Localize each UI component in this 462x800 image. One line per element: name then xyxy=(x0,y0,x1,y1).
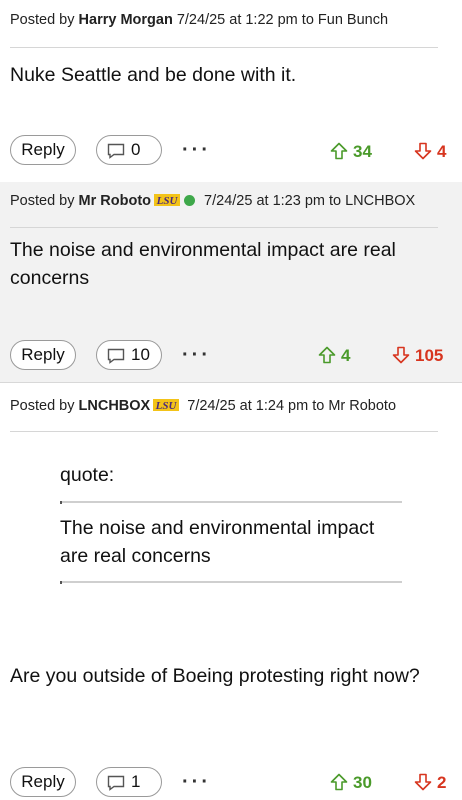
author-link[interactable]: Mr Roboto xyxy=(79,193,151,209)
posted-by-label: Posted by xyxy=(10,12,75,28)
speech-bubble-icon xyxy=(107,775,125,791)
speech-bubble-icon xyxy=(107,143,125,159)
post-meta[interactable]: 7/24/25 at 1:23 pm to LNCHBOX xyxy=(204,193,415,209)
post-header: Posted by Harry Morgan 7/24/25 at 1:22 p… xyxy=(10,12,438,48)
downvote-button[interactable]: 2 xyxy=(414,773,446,793)
posted-by-label: Posted by xyxy=(10,398,75,414)
quote-block: quote: The noise and environmental impac… xyxy=(60,464,402,584)
quote-label: quote: xyxy=(60,464,115,486)
upvote-button[interactable]: 34 xyxy=(330,142,372,162)
quote-text: The noise and environmental impact are r… xyxy=(60,517,375,567)
downvote-button[interactable]: 105 xyxy=(392,346,443,366)
arrow-down-icon xyxy=(414,773,432,791)
quote-divider-top xyxy=(60,501,402,504)
downvote-count: 2 xyxy=(437,773,447,792)
comment-count: 10 xyxy=(131,345,150,364)
post-meta[interactable]: 7/24/25 at 1:24 pm to Mr Roboto xyxy=(187,398,396,414)
post-body: The noise and environmental impact are r… xyxy=(10,239,396,289)
posted-by-label: Posted by xyxy=(10,193,75,209)
post-body: Are you outside of Boeing protesting rig… xyxy=(10,665,420,687)
upvote-count: 34 xyxy=(353,142,372,161)
comment-count: 0 xyxy=(131,140,141,159)
quote-divider-bottom xyxy=(60,581,402,584)
reply-button[interactable]: Reply xyxy=(10,767,76,797)
reply-button[interactable]: Reply xyxy=(10,135,76,165)
reply-button[interactable]: Reply xyxy=(10,340,76,370)
online-status-dot xyxy=(184,195,196,206)
lsu-team-badge-icon: LSU xyxy=(153,399,180,411)
post-1: Posted by Harry Morgan 7/24/25 at 1:22 p… xyxy=(0,0,462,183)
speech-bubble-icon xyxy=(107,348,125,364)
arrow-down-icon xyxy=(392,346,410,364)
upvote-count: 4 xyxy=(341,346,351,365)
comment-count-button[interactable]: 10 xyxy=(96,340,162,370)
lsu-badge-text: LSU xyxy=(156,195,179,206)
post-body: Nuke Seattle and be done with it. xyxy=(10,64,297,86)
arrow-down-icon xyxy=(414,142,432,160)
arrow-up-icon xyxy=(318,346,336,364)
downvote-count: 105 xyxy=(415,346,444,365)
upvote-count: 30 xyxy=(353,773,372,792)
lsu-badge-text: LSU xyxy=(155,400,178,411)
post-header: Posted by Mr Roboto LSU 7/24/25 at 1:23 p… xyxy=(10,193,438,228)
downvote-button[interactable]: 4 xyxy=(414,142,446,162)
more-options-button[interactable]: ··· xyxy=(182,344,211,367)
arrow-up-icon xyxy=(330,142,348,160)
arrow-up-icon xyxy=(330,773,348,791)
post-header: Posted by LNCHBOX LSU 7/24/25 at 1:24 pm … xyxy=(10,398,438,432)
upvote-button[interactable]: 4 xyxy=(318,346,350,366)
author-link[interactable]: Harry Morgan xyxy=(79,12,173,28)
lsu-team-badge-icon: LSU xyxy=(154,194,181,206)
post-3: Posted by LNCHBOX LSU 7/24/25 at 1:24 pm … xyxy=(0,382,462,800)
upvote-button[interactable]: 30 xyxy=(330,773,372,793)
post-2: Posted by Mr Roboto LSU 7/24/25 at 1:23 p… xyxy=(0,182,462,383)
more-options-button[interactable]: ··· xyxy=(182,139,211,162)
comment-count: 1 xyxy=(131,772,141,791)
author-link[interactable]: LNCHBOX xyxy=(79,398,151,414)
comment-count-button[interactable]: 0 xyxy=(96,135,162,165)
comment-count-button[interactable]: 1 xyxy=(96,767,162,797)
post-meta[interactable]: 7/24/25 at 1:22 pm to Fun Bunch xyxy=(177,12,388,28)
more-options-button[interactable]: ··· xyxy=(182,771,211,794)
downvote-count: 4 xyxy=(437,142,447,161)
